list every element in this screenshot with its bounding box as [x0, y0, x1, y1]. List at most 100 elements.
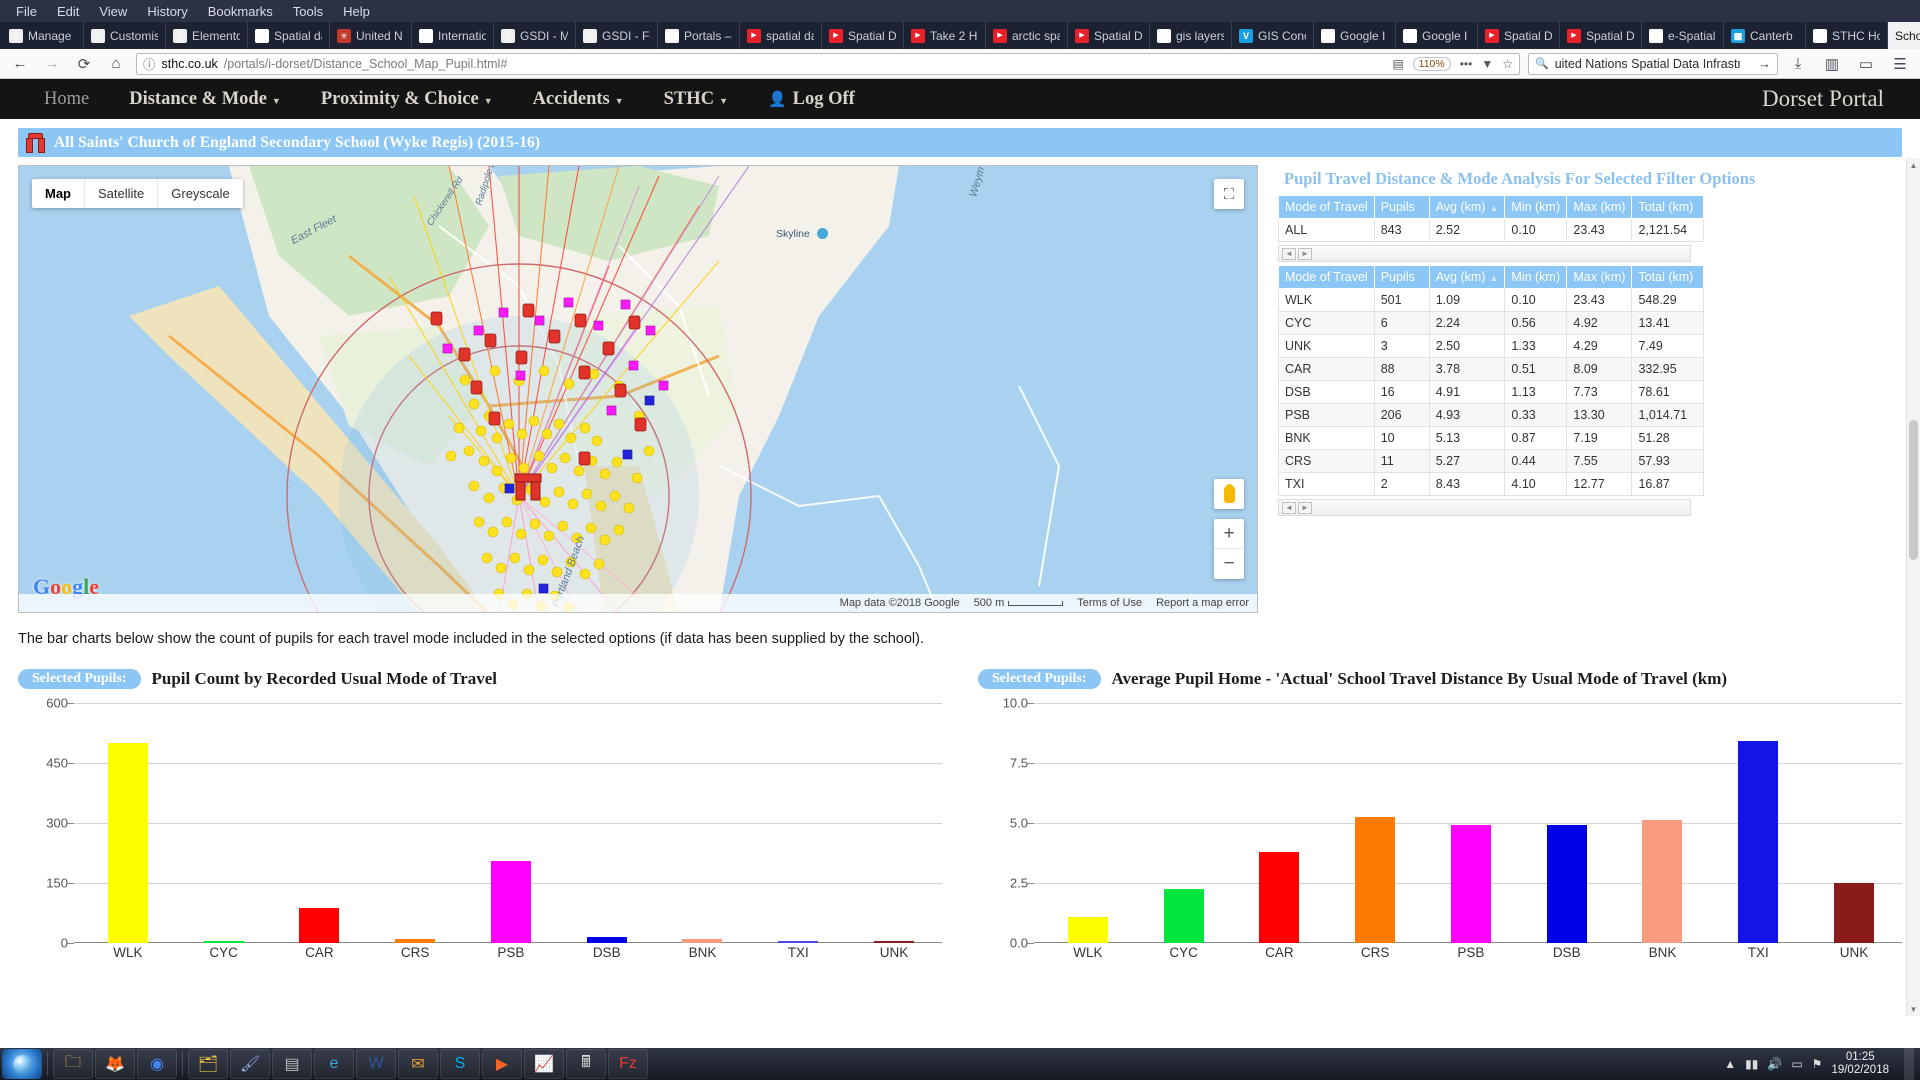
- browser-tab[interactable]: V GIS Conc: [1232, 22, 1314, 49]
- browser-tab[interactable]: arctic spa: [986, 22, 1068, 49]
- detail-table-header-row[interactable]: Mode of Travel Pupils Avg (km) ▲ Min (km) Max…: [1278, 265, 1705, 289]
- taskbar-folder-icon[interactable]: 🗀: [53, 1049, 93, 1079]
- zoom-in-button[interactable]: +: [1214, 519, 1244, 549]
- map-type-greyscale[interactable]: Greyscale: [158, 179, 243, 208]
- chart-1-bar-dsb[interactable]: [1546, 825, 1587, 943]
- chart-1-bar-unk[interactable]: [1834, 883, 1874, 943]
- browser-tab[interactable]: J GSDI - Fo: [576, 22, 658, 49]
- menu-file[interactable]: File: [6, 2, 47, 21]
- nav-item-log-off[interactable]: 👤 Log Off: [748, 89, 875, 110]
- table-pager-top[interactable]: ◄ ►: [1278, 245, 1691, 262]
- browser-tab[interactable]: PKP Internatio: [412, 22, 494, 49]
- map-poi-skyline[interactable]: Skyline: [776, 228, 828, 240]
- browser-tab[interactable]: STHC Ho: [1806, 22, 1888, 49]
- browser-tab[interactable]: J Manage: [2, 22, 84, 49]
- taskbar-filezilla-icon[interactable]: Fz: [608, 1049, 648, 1079]
- column-header-avg-km[interactable]: Avg (km) ▲: [1428, 265, 1506, 289]
- taskbar-calculator-icon[interactable]: 🖩: [566, 1049, 606, 1079]
- nav-item-proximity-and-choice[interactable]: Proximity & Choice ▼: [301, 89, 513, 110]
- browser-tab[interactable]: Spatial Da: [822, 22, 904, 49]
- library-icon[interactable]: ▥: [1820, 52, 1844, 76]
- column-header-mode-of-travel[interactable]: Mode of Travel: [1278, 195, 1375, 219]
- tray-show-hidden-icon[interactable]: ▲: [1724, 1057, 1736, 1071]
- table-row[interactable]: CRS 11 5.27 0.44 7.55 57.93: [1278, 449, 1705, 473]
- column-header-max-km[interactable]: Max (km): [1566, 265, 1633, 289]
- google-map[interactable]: Map Satellite Greyscale ⛶ + − East Fleet…: [18, 165, 1258, 613]
- column-header-pupils[interactable]: Pupils: [1373, 195, 1430, 219]
- chart-0-bar-psb[interactable]: [490, 860, 531, 943]
- browser-tab[interactable]: e-Spatial: [1642, 22, 1724, 49]
- home-button[interactable]: ⌂: [104, 52, 128, 76]
- browser-tab[interactable]: Spatial D: [1560, 22, 1642, 49]
- map-type-satellite[interactable]: Satellite: [85, 179, 159, 208]
- browser-tab-strip[interactable]: J Manage J Customis J Elemento W Spatial da ✳ Uni…: [0, 22, 1920, 49]
- chart-0-bar-txi[interactable]: [778, 941, 819, 943]
- forward-button[interactable]: →: [40, 52, 64, 76]
- browser-tab-active[interactable]: School M✕: [1888, 22, 1920, 49]
- site-info-icon[interactable]: ⓘ: [143, 54, 156, 73]
- browser-tab[interactable]: G Google I: [1396, 22, 1478, 49]
- menu-edit[interactable]: Edit: [47, 2, 89, 21]
- scrollbar-thumb[interactable]: [1909, 420, 1918, 560]
- chart-1-bar-txi[interactable]: [1738, 740, 1779, 943]
- column-header-avg-km[interactable]: Avg (km) ▲: [1428, 195, 1506, 219]
- zoom-out-button[interactable]: −: [1214, 549, 1244, 579]
- url-bar[interactable]: ⓘ sthc.co.uk/portals/i-dorset/Distance_S…: [136, 52, 1520, 75]
- table-row[interactable]: TXI 2 8.43 4.10 12.77 16.87: [1278, 472, 1705, 496]
- zoom-level-badge[interactable]: 110%: [1412, 56, 1451, 71]
- taskbar-paint-icon[interactable]: 🖌: [230, 1049, 270, 1079]
- taskbar-chrome-icon[interactable]: ◉: [137, 1049, 177, 1079]
- back-button[interactable]: ←: [8, 52, 32, 76]
- search-input[interactable]: uited Nations Spatial Data Infrastructur…: [1555, 57, 1740, 71]
- tray-volume-icon[interactable]: 🔊: [1767, 1057, 1782, 1071]
- browser-tab[interactable]: Portals – UNSD: [658, 22, 740, 49]
- table-row[interactable]: WLK 501 1.09 0.10 23.43 548.29: [1278, 288, 1705, 312]
- nav-item-accidents[interactable]: Accidents ▼: [513, 89, 644, 110]
- column-header-total-km[interactable]: Total (km): [1631, 195, 1705, 219]
- menu-view[interactable]: View: [89, 2, 137, 21]
- chart-1-bar-psb[interactable]: [1450, 824, 1491, 943]
- pager-prev-button[interactable]: ◄: [1282, 247, 1296, 260]
- scroll-up-arrow-icon[interactable]: ▲: [1907, 158, 1920, 172]
- map-zoom-control[interactable]: + −: [1214, 519, 1244, 579]
- chart-1-bar-crs[interactable]: [1355, 816, 1396, 943]
- chart-0-bar-car[interactable]: [299, 907, 340, 943]
- menu-help[interactable]: Help: [333, 2, 380, 21]
- chart-1-bar-bnk[interactable]: [1642, 819, 1683, 943]
- pager-prev-button-2[interactable]: ◄: [1282, 501, 1296, 514]
- browser-tab[interactable]: Spatial Da: [1068, 22, 1150, 49]
- table-row[interactable]: CYC 6 2.24 0.56 4.92 13.41: [1278, 311, 1705, 335]
- menu-tools[interactable]: Tools: [283, 2, 333, 21]
- start-button[interactable]: [2, 1049, 42, 1079]
- reader-mode-icon[interactable]: ▤: [1392, 57, 1403, 71]
- chart-0-bar-unk[interactable]: [874, 941, 914, 943]
- chart-0-bar-bnk[interactable]: [682, 939, 723, 943]
- table-row[interactable]: PSB 206 4.93 0.33 13.30 1,014.71: [1278, 403, 1705, 427]
- bookmark-star-icon[interactable]: ☆: [1502, 57, 1513, 71]
- taskbar-outlook-icon[interactable]: ✉: [398, 1049, 438, 1079]
- pager-next-button[interactable]: ►: [1298, 247, 1312, 260]
- browser-tab[interactable]: spatial da: [740, 22, 822, 49]
- table-pager-bottom[interactable]: ◄ ►: [1278, 499, 1691, 516]
- taskbar-explorer-icon[interactable]: 🗂: [188, 1049, 228, 1079]
- taskbar-firefox-icon[interactable]: 🦊: [95, 1049, 135, 1079]
- browser-menu-bar[interactable]: File Edit View History Bookmarks Tools H…: [0, 0, 1920, 22]
- chart-0-bar-cyc[interactable]: [203, 940, 244, 943]
- search-go-icon[interactable]: →: [1758, 56, 1771, 71]
- tray-battery-icon[interactable]: ▭: [1791, 1057, 1802, 1071]
- chart-0-bar-crs[interactable]: [395, 938, 436, 943]
- column-header-min-km[interactable]: Min (km): [1504, 265, 1568, 289]
- chart-0-bar-wlk[interactable]: [107, 742, 148, 943]
- nav-item-home[interactable]: Home: [24, 89, 109, 110]
- taskbar-chart-icon[interactable]: 📈: [524, 1049, 564, 1079]
- chart-0-bar-dsb[interactable]: [586, 936, 627, 943]
- nav-item-sthc[interactable]: STHC ▼: [644, 89, 748, 110]
- chart-1-bar-wlk[interactable]: [1067, 916, 1108, 943]
- table-row[interactable]: DSB 16 4.91 1.13 7.73 78.61: [1278, 380, 1705, 404]
- taskbar-clock[interactable]: 01:25 19/02/2018: [1831, 1051, 1895, 1077]
- table-row[interactable]: UNK 3 2.50 1.33 4.29 7.49: [1278, 334, 1705, 358]
- summary-table-header-row[interactable]: Mode of Travel Pupils Avg (km) ▲ Min (km) Max…: [1278, 195, 1705, 219]
- taskbar-media-icon[interactable]: ▶: [482, 1049, 522, 1079]
- tray-flag-icon[interactable]: ⚑: [1812, 1057, 1823, 1071]
- browser-tab[interactable]: W Spatial da: [248, 22, 330, 49]
